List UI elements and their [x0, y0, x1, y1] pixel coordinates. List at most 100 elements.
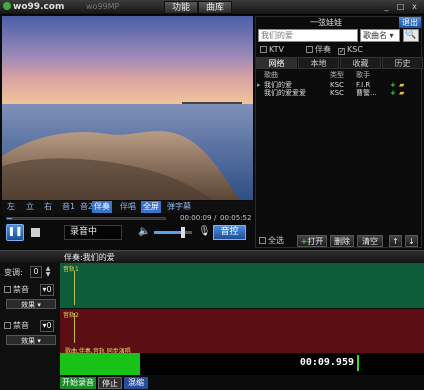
- record-progress: [60, 353, 140, 375]
- tab-history[interactable]: 历史: [382, 57, 423, 69]
- move-up-button[interactable]: ↑: [389, 235, 402, 247]
- checkbox-box: [4, 322, 11, 329]
- mode-stereo[interactable]: 立: [24, 201, 36, 213]
- playhead: [357, 355, 359, 371]
- checkbox-ksc[interactable]: ✓ KSC: [338, 44, 363, 55]
- track-1[interactable]: 音轨1: [60, 263, 424, 308]
- checkbox-ktv[interactable]: KTV: [260, 44, 284, 55]
- mode-audio1[interactable]: 音1: [60, 201, 77, 213]
- song-title: 我们的爱: [264, 81, 292, 89]
- song-type: KSC: [330, 81, 344, 89]
- column-type: 类型: [330, 71, 344, 79]
- tab-function[interactable]: 功能: [164, 1, 199, 14]
- video-display[interactable]: [2, 16, 253, 200]
- track-2[interactable]: 音轨2 歌曲,伴奏,音轨 同步演唱: [60, 309, 424, 355]
- search-input[interactable]: [258, 29, 358, 42]
- mode-left[interactable]: 左: [5, 201, 17, 213]
- volume-slider[interactable]: [154, 227, 192, 238]
- seek-row: 00:00:09 / 00:05:52: [2, 214, 253, 222]
- select-all-checkbox[interactable]: 全选: [259, 235, 284, 246]
- speaker-icon[interactable]: 🔈: [138, 226, 150, 237]
- transpose-spinner[interactable]: ▲ ▼: [44, 266, 52, 278]
- add-icon[interactable]: +: [390, 81, 396, 89]
- folder-icon[interactable]: ▰: [399, 89, 404, 97]
- effect2-select[interactable]: 效果 ▾: [6, 335, 56, 345]
- add-icon[interactable]: +: [390, 89, 396, 97]
- song-row[interactable]: 我们的爱爱爱 KSC 曹警... + ▰: [256, 89, 423, 97]
- minimize-button[interactable]: _: [381, 2, 392, 12]
- search-button[interactable]: 🔍: [403, 29, 419, 42]
- search-icon: 🔍: [405, 30, 417, 40]
- tab-network[interactable]: 网络: [256, 57, 297, 69]
- volume-fill: [154, 231, 183, 234]
- move-down-button[interactable]: ↓: [405, 235, 418, 247]
- checkbox-label: KTV: [269, 45, 284, 54]
- seek-bar[interactable]: [6, 217, 166, 220]
- user-row: 一弦娃娃 退出: [256, 17, 423, 28]
- mixdown-button[interactable]: 混缩: [124, 377, 148, 389]
- mode-bar: 左 立 右 音1 音2 伴奏 伴唱 全屏 弹字幕: [2, 201, 253, 213]
- playing-arrow-icon: ▸: [257, 81, 261, 89]
- checkbox-accompaniment[interactable]: 伴奏: [306, 44, 331, 55]
- delete-button[interactable]: 删除: [330, 235, 354, 247]
- column-singer: 歌手: [356, 71, 370, 79]
- mute1-label: 禁音: [13, 285, 29, 294]
- open-label: 打开: [307, 237, 324, 246]
- logout-button[interactable]: 退出: [399, 17, 421, 28]
- transpose-value[interactable]: 0: [30, 266, 42, 278]
- volume-handle[interactable]: [180, 227, 185, 238]
- tab-local[interactable]: 本地: [298, 57, 339, 69]
- video-scene: [2, 16, 253, 200]
- search-type-label: 歌曲名: [363, 31, 387, 40]
- open-button[interactable]: +打开: [297, 235, 327, 247]
- checkbox-box: [260, 46, 267, 53]
- time-current: 00:00:09: [180, 214, 212, 222]
- maximize-button[interactable]: □: [395, 2, 406, 12]
- checkmark-icon: ✓: [338, 47, 345, 55]
- checkbox-label: 伴奏: [315, 45, 331, 54]
- song-singer: 曹警...: [356, 89, 377, 97]
- effect1-select[interactable]: 效果 ▾: [6, 299, 56, 309]
- song-panel: 一弦娃娃 退出 歌曲名 ▾ 🔍 KTV 伴奏 ✓KSC 网络 本地 收藏 历史 …: [255, 16, 423, 248]
- close-button[interactable]: x: [409, 2, 420, 12]
- recording-status: 录音中: [64, 225, 122, 240]
- start-recording-button[interactable]: 开始录音: [60, 377, 96, 389]
- faded-title: wo99MP: [86, 2, 120, 11]
- record-timeline[interactable]: 00:09.959: [60, 353, 424, 375]
- track2-marker: [74, 313, 75, 343]
- track-controls: 变调: 0 ▲ ▼ 禁音 ▾0 效果 ▾ 禁音 ▾0 效果 ▾: [0, 263, 60, 390]
- song-row[interactable]: ▸ 我们的爱 KSC F.I.R + ▰: [256, 81, 423, 89]
- playback-controls: ❚❚ 录音中 🔈 🎙 音控: [2, 223, 253, 243]
- list-actions: 全选 +打开 删除 清空 ↑ ↓: [256, 235, 423, 248]
- mode-fullscreen[interactable]: 全屏: [141, 201, 161, 213]
- library-tabs: 网络 本地 收藏 历史: [256, 57, 423, 69]
- mode-accompaniment[interactable]: 伴奏: [92, 201, 112, 213]
- stop-icon[interactable]: [31, 228, 40, 237]
- microphone-icon[interactable]: 🎙: [198, 226, 211, 237]
- mute2-checkbox[interactable]: 禁音: [4, 321, 29, 331]
- pause-button[interactable]: ❚❚: [6, 224, 24, 241]
- time-separator: /: [214, 214, 217, 222]
- mute1-checkbox[interactable]: 禁音: [4, 285, 29, 295]
- clear-button[interactable]: 清空: [357, 235, 383, 247]
- track1-volume-value: 0: [46, 285, 52, 294]
- search-type-select[interactable]: 歌曲名 ▾: [360, 29, 400, 42]
- mute2-label: 禁音: [13, 321, 29, 330]
- song-title: 我们的爱爱爱: [264, 89, 306, 97]
- tab-library[interactable]: 曲库: [198, 1, 233, 14]
- mode-subtitles[interactable]: 弹字幕: [165, 201, 193, 213]
- username: 一弦娃娃: [310, 18, 342, 27]
- song-type: KSC: [330, 89, 344, 97]
- tone-control-button[interactable]: 音控: [213, 225, 246, 240]
- song-list: ▸ 我们的爱 KSC F.I.R + ▰ 我们的爱爱爱 KSC 曹警... + …: [256, 81, 423, 231]
- mode-right[interactable]: 右: [42, 201, 54, 213]
- folder-icon[interactable]: ▰: [399, 81, 404, 89]
- tab-favorites[interactable]: 收藏: [340, 57, 381, 69]
- track1-volume[interactable]: ▾0: [40, 284, 54, 296]
- filter-checkboxes: KTV 伴奏 ✓ KSC: [258, 44, 420, 55]
- track2-volume[interactable]: ▾0: [40, 320, 54, 332]
- record-buttons: 开始录音 停止 混缩: [60, 376, 424, 390]
- checkbox-box: [306, 46, 313, 53]
- stop-recording-button[interactable]: 停止: [98, 377, 122, 389]
- mode-backing[interactable]: 伴唱: [118, 201, 138, 213]
